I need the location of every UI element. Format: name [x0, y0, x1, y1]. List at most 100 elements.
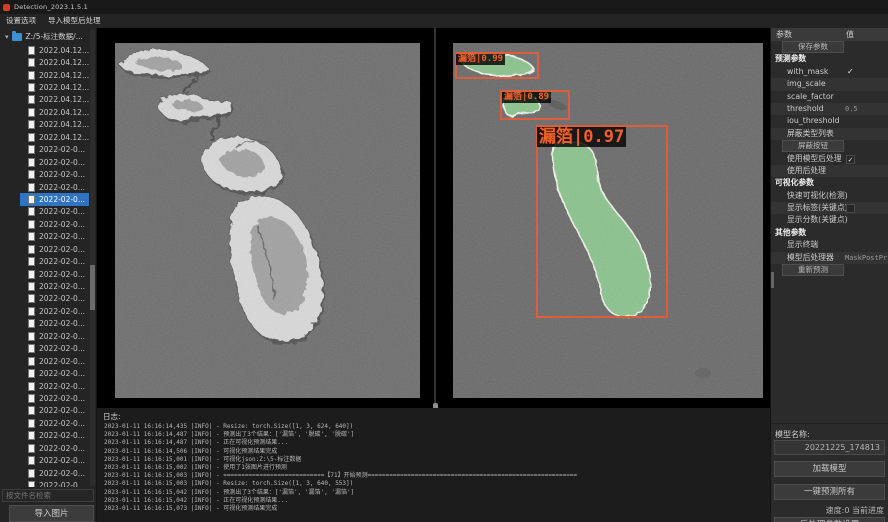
tree-item[interactable]: 2022-02-0...: [20, 467, 89, 479]
tree-item-label: 2022.04.12...: [39, 108, 89, 117]
checkmark-icon[interactable]: ✓: [847, 66, 854, 78]
tree-root-folder[interactable]: ▾ Z:/5-标注数据/...: [0, 30, 83, 43]
param-label: 模型后处理器: [771, 253, 834, 262]
param-row[interactable]: img_scale: [771, 78, 888, 90]
log-line: 2023-01-11 16:16:14,506 |INFO| - 可视化预测结果…: [104, 448, 767, 456]
tree-scrollbar[interactable]: [90, 30, 95, 486]
param-action-button[interactable]: 屏蔽按钮: [782, 140, 844, 152]
tree-item-label: 2022-02-0...: [39, 270, 85, 279]
param-row[interactable]: threshold0.5: [771, 103, 888, 115]
tree-item[interactable]: 2022.04.12...: [20, 81, 89, 93]
tree-item[interactable]: 2022-02-0...: [20, 293, 89, 305]
param-row[interactable]: 模型后处理器MaskPostPro: [771, 252, 888, 264]
menu-item-import-postprocess[interactable]: 导入模型后处理: [42, 14, 107, 28]
search-input[interactable]: [2, 489, 94, 502]
params-scrollbar-thumb[interactable]: [771, 272, 774, 288]
tree-item[interactable]: 2022-02-0...: [20, 231, 89, 243]
tree-item[interactable]: 2022-02-0...: [20, 380, 89, 392]
tree-item[interactable]: 2022-02-0...: [20, 206, 89, 218]
params-header-param: 参数: [776, 28, 792, 41]
file-icon: [28, 419, 35, 428]
chevron-down-icon[interactable]: ▾: [5, 33, 9, 41]
param-row[interactable]: 使用后处理: [771, 165, 888, 177]
tree-item[interactable]: 2022-02-0...: [20, 305, 89, 317]
predict-all-button[interactable]: 一键预测所有: [774, 484, 885, 500]
file-icon: [28, 369, 35, 378]
param-row[interactable]: scale_factor: [771, 91, 888, 103]
file-icon: [28, 307, 35, 316]
tree-item[interactable]: 2022-02-0...: [20, 318, 89, 330]
tree-item[interactable]: 2022-02-0...: [20, 193, 89, 205]
tree-item[interactable]: 2022-02-0...: [20, 144, 89, 156]
tree-item-label: 2022-02-0...: [39, 170, 85, 179]
image-splitter[interactable]: [434, 28, 436, 408]
tree-item[interactable]: 2022-02-0...: [20, 168, 89, 180]
param-label: 使用后处理: [771, 166, 826, 175]
param-row[interactable]: 显示终端: [771, 239, 888, 251]
tree-item[interactable]: 2022-02-0...: [20, 343, 89, 355]
file-icon: [28, 344, 35, 353]
tree-item-label: 2022-02-0...: [39, 431, 85, 440]
file-icon: [28, 108, 35, 117]
checkbox-empty-icon[interactable]: [846, 204, 855, 213]
tree-item[interactable]: 2022.04.12...: [20, 69, 89, 81]
tree-item[interactable]: 2022-02-0...: [20, 442, 89, 454]
file-icon: [28, 232, 35, 241]
menu-item-settings[interactable]: 设置选项: [0, 14, 42, 28]
param-row[interactable]: 快速可视化(检测): [771, 190, 888, 202]
postprocess-settings-button[interactable]: 后处理参数设置: [774, 517, 885, 522]
tree-item-label: 2022-02-0...: [39, 294, 85, 303]
tree-item[interactable]: 2022-02-0...: [20, 181, 89, 193]
tree-item[interactable]: 2022-02-0...: [20, 268, 89, 280]
load-model-button[interactable]: 加载模型: [774, 461, 885, 477]
log-lines: 2023-01-11 16:16:14,435 |INFO| - Resize:…: [104, 423, 767, 520]
param-label: img_scale: [771, 79, 826, 88]
tree-item[interactable]: 2022-02-0...: [20, 454, 89, 466]
original-image-panel[interactable]: [115, 43, 420, 398]
param-action-button[interactable]: 保存参数: [782, 41, 844, 53]
import-images-button[interactable]: 导入图片: [9, 505, 94, 522]
log-line: 2023-01-11 16:16:15,003 |INFO| - =======…: [104, 472, 767, 480]
tree-item[interactable]: 2022.04.12...: [20, 119, 89, 131]
file-icon: [28, 145, 35, 154]
tree-scrollbar-thumb[interactable]: [90, 265, 95, 310]
tree-item[interactable]: 2022-02-0...: [20, 392, 89, 404]
tree-item[interactable]: 2022.04.12...: [20, 44, 89, 56]
tree-item[interactable]: 2022-02-0...: [20, 156, 89, 168]
tree-item[interactable]: 2022-02-0...: [20, 280, 89, 292]
param-label: 显示终端: [771, 240, 818, 249]
param-row[interactable]: 屏蔽类型列表: [771, 128, 888, 140]
tree-item[interactable]: 2022.04.12...: [20, 131, 89, 143]
param-row[interactable]: iou_threshold: [771, 115, 888, 127]
model-name-field[interactable]: 20221225_174813: [774, 440, 885, 455]
tree-item[interactable]: 2022.04.12...: [20, 106, 89, 118]
tree-item[interactable]: 2022-02-0...: [20, 255, 89, 267]
tree-item[interactable]: 2022-02-0...: [20, 367, 89, 379]
tree-item-label: 2022-02-0...: [39, 158, 85, 167]
tree-item[interactable]: 2022-02-0...: [20, 417, 89, 429]
param-row[interactable]: 显示标签(关键点): [771, 202, 888, 214]
param-label: threshold: [771, 104, 824, 113]
tree-item-label: 2022-02-0...: [39, 319, 85, 328]
tree-item[interactable]: 2022-02-0...: [20, 430, 89, 442]
tree-item[interactable]: 2022.04.12...: [20, 56, 89, 68]
param-action-button[interactable]: 重新预测: [782, 264, 844, 276]
file-icon: [28, 481, 35, 487]
param-row[interactable]: with_mask✓: [771, 66, 888, 78]
file-icon: [28, 71, 35, 80]
window-title: Detection_2023.1.5.1: [14, 3, 88, 11]
prediction-image-panel[interactable]: 漏箔|0.99漏箔|0.89漏箔|0.97: [453, 43, 763, 398]
tree-root-label: Z:/5-标注数据/...: [26, 31, 83, 42]
checkbox-checked-icon[interactable]: ✓: [846, 155, 855, 164]
param-row[interactable]: 显示分数(关键点): [771, 214, 888, 226]
tree-item[interactable]: 2022-02-0...: [20, 330, 89, 342]
tree-item[interactable]: 2022.04.12...: [20, 94, 89, 106]
tree-item[interactable]: 2022-02-0...: [20, 405, 89, 417]
file-icon: [28, 170, 35, 179]
tree-item[interactable]: 2022-02-0...: [20, 355, 89, 367]
tree-item-label: 2022-02-0...: [39, 406, 85, 415]
tree-item[interactable]: 2022-02-0...: [20, 218, 89, 230]
tree-item[interactable]: 2022-02-0...: [20, 243, 89, 255]
param-row[interactable]: 使用模型后处理✓: [771, 153, 888, 165]
tree-item[interactable]: 2022-02-0...: [20, 479, 89, 487]
